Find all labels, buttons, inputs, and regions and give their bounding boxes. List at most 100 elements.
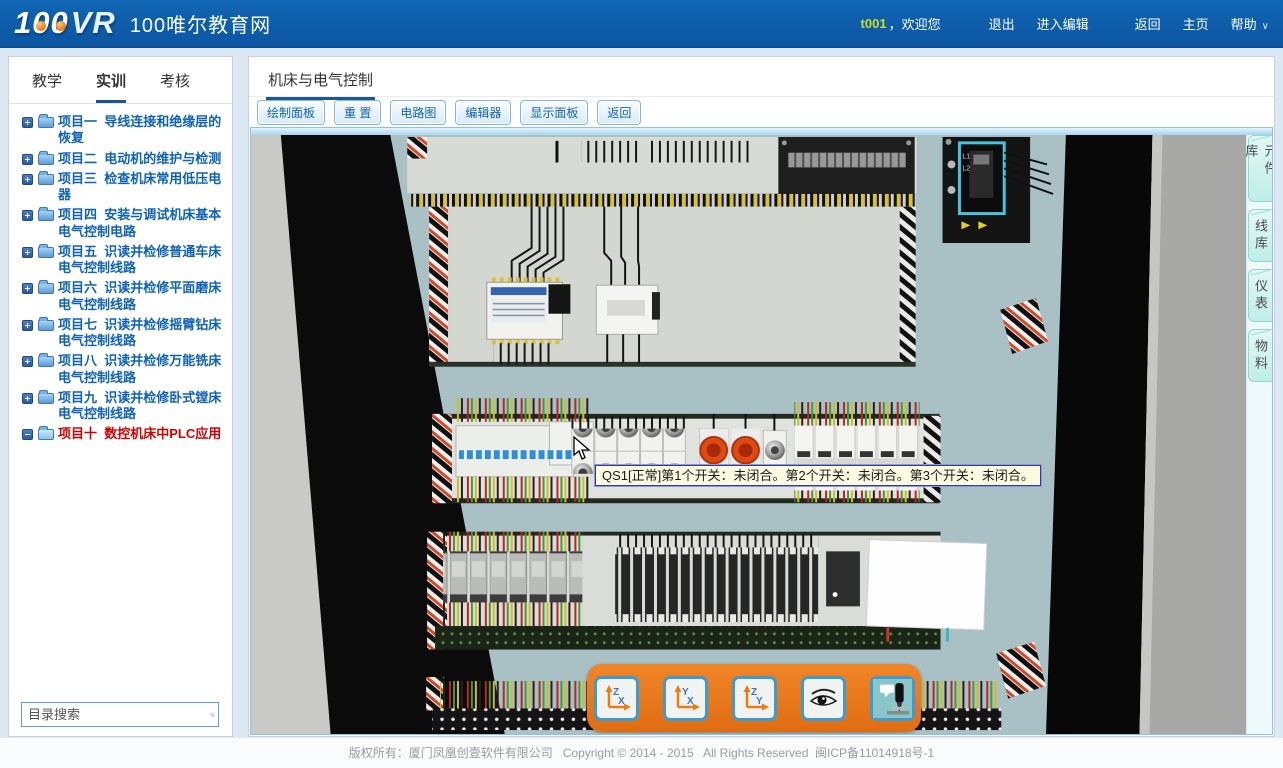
folder-icon — [38, 154, 54, 165]
welcome-text: ，欢迎您 — [889, 14, 941, 33]
expand-plus-icon[interactable] — [22, 356, 33, 367]
folder-icon — [38, 174, 54, 185]
main-panel: 机床与电气控制 绘制面板 重 置 电路图 编辑器 显示面板 返回 — [248, 56, 1275, 737]
folder-icon — [38, 210, 54, 221]
folder-icon — [38, 283, 54, 294]
sidebar-item-project7[interactable]: 项目七 识读并检修摇臂钻床电气控制线路 — [9, 315, 230, 352]
sidebar-item-label: 项目八 识读并检修万能铣床电气控制线路 — [58, 353, 226, 386]
axis-yx-icon: Y X — [670, 683, 700, 713]
reset-button[interactable]: 重 置 — [334, 100, 381, 125]
probe-tool-button[interactable] — [870, 676, 915, 721]
3d-viewport[interactable]: L1 L2 — [250, 127, 1273, 735]
mouse-cursor-icon — [573, 436, 595, 462]
svg-text:L2: L2 — [962, 165, 970, 172]
terminal-row-panel[interactable] — [427, 532, 987, 650]
search-icon[interactable] — [210, 705, 215, 725]
expand-plus-icon[interactable] — [22, 210, 33, 221]
logout-link[interactable]: 退出 — [989, 14, 1015, 33]
module-title-row: 机床与电气控制 — [249, 57, 1274, 97]
site-name: 100唯尔教育网 — [130, 9, 271, 38]
username: t001 — [861, 16, 887, 31]
scene-toolbar: 绘制面板 重 置 电路图 编辑器 显示面板 返回 — [249, 97, 1274, 127]
svg-text:X: X — [687, 696, 694, 707]
view-axis-zx-button[interactable]: Z X — [594, 676, 639, 721]
sidebar-item-project9[interactable]: 项目九 识读并检修卧式镗床电气控制线路 — [9, 388, 230, 425]
sidebar-item-label: 项目四 安装与调试机床基本电气控制电路 — [58, 207, 226, 240]
svg-text:Y: Y — [756, 696, 763, 707]
tab-training[interactable]: 实训 — [96, 57, 126, 103]
svg-text:X: X — [618, 696, 625, 707]
side-tab-component-library[interactable]: 元件库 — [1248, 135, 1272, 202]
folder-icon — [38, 117, 54, 128]
folder-icon — [38, 393, 54, 404]
side-tab-instruments[interactable]: 仪表 — [1248, 269, 1272, 322]
expand-plus-icon[interactable] — [22, 247, 33, 258]
expand-plus-icon[interactable] — [22, 283, 33, 294]
expand-plus-icon[interactable] — [22, 117, 33, 128]
site-logo[interactable]: 100VR — [14, 5, 116, 41]
expand-plus-icon[interactable] — [22, 154, 33, 165]
expand-plus-icon[interactable] — [22, 320, 33, 331]
sidebar-item-label: 项目七 识读并检修摇臂钻床电气控制线路 — [58, 317, 226, 350]
sidebar-item-project5[interactable]: 项目五 识读并检修普通车床电气控制线路 — [9, 242, 230, 279]
sidebar-item-label: 项目一 导线连接和绝缘层的恢复 — [58, 114, 226, 147]
sidebar-item-label: 项目六 识读并检修平面磨床电气控制线路 — [58, 280, 226, 313]
axis-zx-icon: Z X — [601, 683, 631, 713]
circuit-diagram-button[interactable]: 电路图 — [390, 100, 446, 125]
open-folder-icon — [38, 429, 54, 440]
logo-vr: VR — [71, 5, 116, 41]
tab-assessment[interactable]: 考核 — [160, 57, 190, 103]
sidebar-item-project6[interactable]: 项目六 识读并检修平面磨床电气控制线路 — [9, 278, 230, 315]
side-tab-materials[interactable]: 物料 — [1248, 329, 1272, 382]
machine-cabinet-3d-scene[interactable]: L1 L2 — [251, 135, 1246, 734]
sidebar-item-project10-selected[interactable]: 项目十 数控机床中PLC应用 — [9, 424, 230, 444]
top-mounting-panel[interactable] — [410, 194, 915, 367]
expand-plus-icon[interactable] — [22, 393, 33, 404]
sidebar-item-project8[interactable]: 项目八 识读并检修万能铣床电气控制线路 — [9, 351, 230, 388]
folder-icon — [38, 247, 54, 258]
expand-minus-icon[interactable] — [22, 429, 33, 440]
catalog-search-input[interactable] — [22, 707, 210, 722]
course-sidebar: 教学 实训 考核 项目一 导线连接和绝缘层的恢复 项目二 电动机的维护与检测 项… — [8, 56, 233, 737]
eye-icon — [808, 684, 838, 712]
viewport-top-strip — [251, 128, 1272, 135]
side-tab-wire-library[interactable]: 线库 — [1248, 209, 1272, 262]
switch-status-tooltip: QS1[正常]第1个开关：未闭合。第2个开关：未闭合。第3个开关：未闭合。 — [595, 465, 1041, 486]
view-control-toolbar: Z X Y X Z Y — [587, 664, 921, 732]
editor-button[interactable]: 编辑器 — [455, 100, 511, 125]
chevron-down-icon: ∨ — [1262, 21, 1269, 32]
sidebar-item-project4[interactable]: 项目四 安装与调试机床基本电气控制电路 — [9, 205, 230, 242]
probe-tool-icon — [873, 679, 912, 718]
tab-teaching[interactable]: 教学 — [32, 57, 62, 103]
catalog-search-box — [21, 702, 219, 727]
switch-row-panel[interactable] — [432, 398, 940, 503]
display-panel-button[interactable]: 显示面板 — [520, 100, 588, 125]
sidebar-item-label: 项目十 数控机床中PLC应用 — [58, 426, 221, 442]
top-header: 100VR 100唯尔教育网 t001 ，欢迎您 退出 进入编辑 返回 主页 帮… — [0, 0, 1283, 48]
expand-plus-icon[interactable] — [22, 174, 33, 185]
view-axis-yx-button[interactable]: Y X — [663, 676, 708, 721]
back-link[interactable]: 返回 — [1135, 14, 1161, 33]
home-link[interactable]: 主页 — [1183, 14, 1209, 33]
sidebar-item-project2[interactable]: 项目二 电动机的维护与检测 — [9, 149, 230, 169]
sidebar-item-project3[interactable]: 项目三 检查机床常用低压电器 — [9, 169, 230, 206]
blank-white-sheet[interactable] — [866, 540, 986, 630]
view-axis-zy-button[interactable]: Z Y — [732, 676, 777, 721]
project-tree: 项目一 导线连接和绝缘层的恢复 项目二 电动机的维护与检测 项目三 检查机床常用… — [9, 104, 232, 445]
draw-panel-button[interactable]: 绘制面板 — [257, 100, 325, 125]
sidebar-item-label: 项目五 识读并检修普通车床电气控制线路 — [58, 244, 226, 277]
logo-eyes: 00 — [32, 5, 68, 41]
sidebar-item-project1[interactable]: 项目一 导线连接和绝缘层的恢复 — [9, 112, 230, 149]
logo-text: 1 — [14, 5, 32, 41]
view-eye-button[interactable] — [801, 676, 846, 721]
module-title-tab[interactable]: 机床与电气控制 — [266, 57, 375, 100]
return-button[interactable]: 返回 — [597, 100, 641, 125]
enter-edit-link[interactable]: 进入编辑 — [1037, 14, 1089, 33]
relay-bank[interactable] — [794, 402, 919, 502]
sidebar-item-label: 项目三 检查机床常用低压电器 — [58, 171, 226, 204]
sidebar-item-label: 项目二 电动机的维护与检测 — [58, 151, 221, 167]
copyright-footer: 版权所有：厦门凤凰创壹软件有限公司 Copyright © 2014 - 201… — [0, 737, 1283, 768]
axis-zy-icon: Z Y — [739, 683, 769, 713]
help-menu[interactable]: 帮助∨ — [1231, 14, 1269, 33]
svg-text:L1: L1 — [962, 154, 970, 161]
